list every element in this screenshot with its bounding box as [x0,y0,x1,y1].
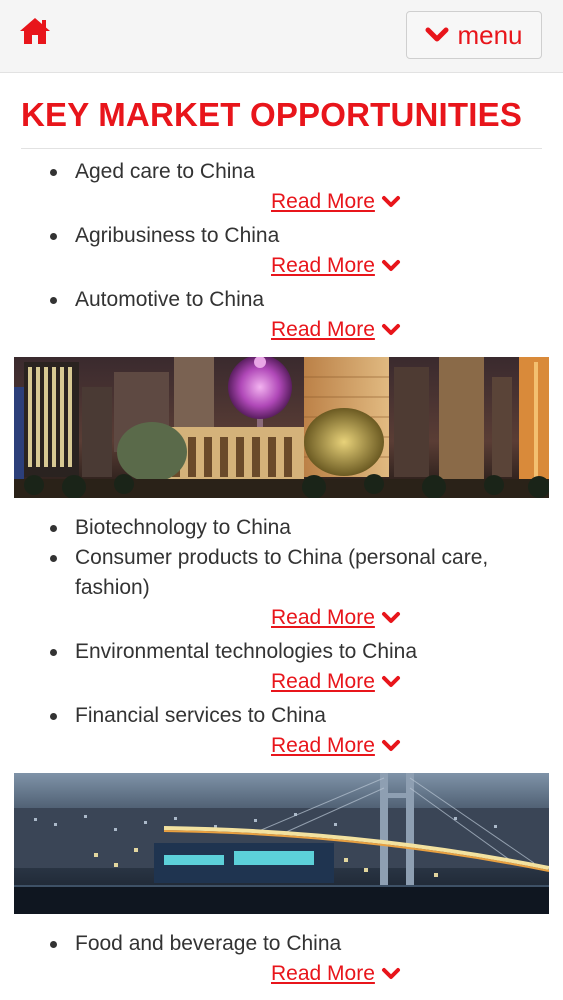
read-more-label: Read More [271,734,375,757]
read-more-label: Read More [271,254,375,277]
list-item-aged-care: Aged care to China [50,157,520,187]
read-more-link-food-and-beverage[interactable]: Read More [266,960,401,988]
home-icon[interactable] [18,16,52,50]
list-item-agribusiness: Agribusiness to China [50,221,520,251]
bullet [50,525,57,532]
list-item-label: Environmental technologies to China [75,640,418,663]
bullet [50,713,57,720]
read-more-label: Read More [271,670,375,693]
menu-button[interactable]: menu [406,11,542,59]
city-skyline-image [14,357,549,498]
list-item-consumer-products: Consumer products to China (personal car… [50,543,520,603]
read-more-link-consumer-products[interactable]: Read More [266,604,401,632]
list-item-biotechnology: Biotechnology to China [50,513,520,543]
list-item-label: Consumer products to China (personal car… [75,546,489,599]
read-more-label: Read More [271,318,375,341]
read-more-link-agribusiness[interactable]: Read More [266,252,401,280]
list-item-financial-services: Financial services to China [50,701,520,731]
chevron-down-icon [381,676,400,687]
chevron-down-icon [381,968,400,979]
read-more-label: Read More [271,190,375,213]
title-divider [21,148,542,149]
read-more-link-automotive[interactable]: Read More [266,316,401,344]
list-item-food-and-beverage: Food and beverage to China [50,929,520,959]
read-more-label: Read More [271,606,375,629]
bullet [50,941,57,948]
list-item-label: Food and beverage to China [75,932,342,955]
list-item-automotive: Automotive to China [50,285,520,315]
read-more-label: Read More [271,962,375,985]
list-item-label: Biotechnology to China [75,516,291,539]
read-more-link-environmental-technologies[interactable]: Read More [266,668,401,696]
read-more-link-financial-services[interactable]: Read More [266,732,401,760]
read-more-link-aged-care[interactable]: Read More [266,188,401,216]
chevron-down-icon [381,196,400,207]
list-item-environmental-technologies: Environmental technologies to China [50,637,520,667]
bullet [50,649,57,656]
list-item-label: Automotive to China [75,288,265,311]
top-bar: menu [0,0,563,73]
list-item-label: Agribusiness to China [75,224,280,247]
list-item-label: Aged care to China [75,160,255,183]
city-bridge-night-image [14,773,549,914]
bullet [50,169,57,176]
bullet [50,555,57,562]
bullet [50,297,57,304]
chevron-down-icon [381,324,400,335]
bullet [50,233,57,240]
chevron-down-icon [381,612,400,623]
chevron-down-icon [381,260,400,271]
chevron-down-icon [425,27,449,42]
page-title: KEY MARKET OPPORTUNITIES [21,96,523,133]
list-item-label: Financial services to China [75,704,326,727]
menu-label: menu [457,19,523,50]
chevron-down-icon [381,740,400,751]
